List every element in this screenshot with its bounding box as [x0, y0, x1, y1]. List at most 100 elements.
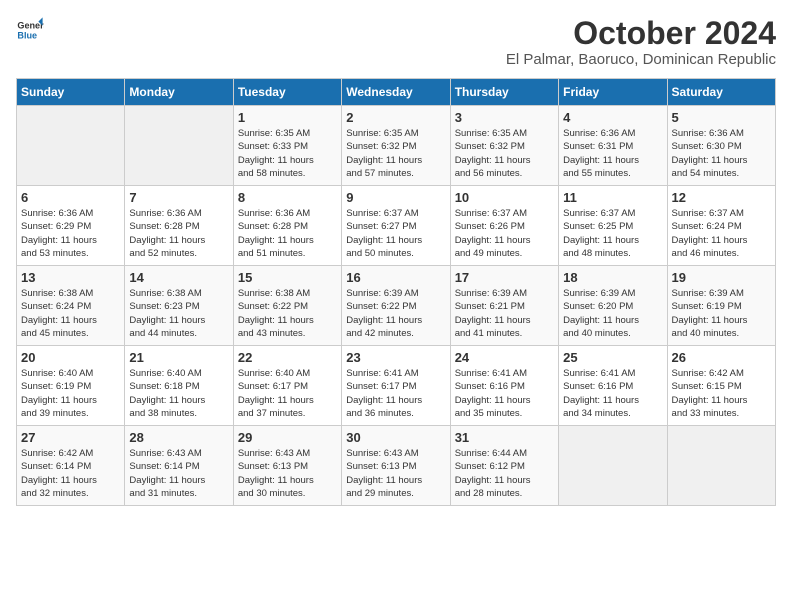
calendar-cell [559, 426, 667, 506]
day-info: Sunrise: 6:40 AM Sunset: 6:19 PM Dayligh… [21, 367, 120, 420]
day-number: 15 [238, 270, 337, 285]
day-info: Sunrise: 6:43 AM Sunset: 6:14 PM Dayligh… [129, 447, 228, 500]
day-info: Sunrise: 6:40 AM Sunset: 6:17 PM Dayligh… [238, 367, 337, 420]
day-number: 7 [129, 190, 228, 205]
weekday-header-tuesday: Tuesday [233, 79, 341, 106]
day-info: Sunrise: 6:36 AM Sunset: 6:28 PM Dayligh… [129, 207, 228, 260]
calendar-cell: 18 Sunrise: 6:39 AM Sunset: 6:20 PM Dayli… [559, 266, 667, 346]
calendar-cell: 14 Sunrise: 6:38 AM Sunset: 6:23 PM Dayli… [125, 266, 233, 346]
header: General Blue October 2024 El Palmar, Bao… [16, 16, 776, 68]
day-info: Sunrise: 6:40 AM Sunset: 6:18 PM Dayligh… [129, 367, 228, 420]
calendar-week-5: 27 Sunrise: 6:42 AM Sunset: 6:14 PM Dayli… [17, 426, 776, 506]
day-number: 21 [129, 350, 228, 365]
calendar-cell: 16 Sunrise: 6:39 AM Sunset: 6:22 PM Dayli… [342, 266, 450, 346]
day-info: Sunrise: 6:35 AM Sunset: 6:32 PM Dayligh… [455, 127, 554, 180]
calendar-week-1: 1Sunrise: 6:35 AM Sunset: 6:33 PM Daylig… [17, 106, 776, 186]
day-info: Sunrise: 6:36 AM Sunset: 6:29 PM Dayligh… [21, 207, 120, 260]
day-number: 14 [129, 270, 228, 285]
day-info: Sunrise: 6:44 AM Sunset: 6:12 PM Dayligh… [455, 447, 554, 500]
day-info: Sunrise: 6:37 AM Sunset: 6:24 PM Dayligh… [672, 207, 771, 260]
day-info: Sunrise: 6:38 AM Sunset: 6:22 PM Dayligh… [238, 287, 337, 340]
day-number: 9 [346, 190, 445, 205]
title-area: October 2024 El Palmar, Baoruco, Dominic… [506, 16, 776, 68]
day-info: Sunrise: 6:37 AM Sunset: 6:27 PM Dayligh… [346, 207, 445, 260]
day-info: Sunrise: 6:39 AM Sunset: 6:19 PM Dayligh… [672, 287, 771, 340]
calendar-cell: 15 Sunrise: 6:38 AM Sunset: 6:22 PM Dayli… [233, 266, 341, 346]
day-number: 29 [238, 430, 337, 445]
day-number: 5 [672, 110, 771, 125]
calendar-cell: 25Sunrise: 6:41 AM Sunset: 6:16 PM Dayli… [559, 346, 667, 426]
day-number: 8 [238, 190, 337, 205]
day-info: Sunrise: 6:39 AM Sunset: 6:20 PM Dayligh… [563, 287, 662, 340]
calendar-week-2: 6 Sunrise: 6:36 AM Sunset: 6:29 PM Daylig… [17, 186, 776, 266]
day-number: 28 [129, 430, 228, 445]
day-info: Sunrise: 6:38 AM Sunset: 6:24 PM Dayligh… [21, 287, 120, 340]
weekday-header-sunday: Sunday [17, 79, 125, 106]
calendar-cell: 24 Sunrise: 6:41 AM Sunset: 6:16 PM Dayli… [450, 346, 558, 426]
calendar-cell: 7 Sunrise: 6:36 AM Sunset: 6:28 PM Daylig… [125, 186, 233, 266]
calendar-cell: 9 Sunrise: 6:37 AM Sunset: 6:27 PM Daylig… [342, 186, 450, 266]
calendar-cell: 4Sunrise: 6:36 AM Sunset: 6:31 PM Daylig… [559, 106, 667, 186]
day-info: Sunrise: 6:39 AM Sunset: 6:21 PM Dayligh… [455, 287, 554, 340]
calendar-cell: 8Sunrise: 6:36 AM Sunset: 6:28 PM Daylig… [233, 186, 341, 266]
day-number: 6 [21, 190, 120, 205]
day-info: Sunrise: 6:42 AM Sunset: 6:14 PM Dayligh… [21, 447, 120, 500]
calendar-cell: 30 Sunrise: 6:43 AM Sunset: 6:13 PM Dayli… [342, 426, 450, 506]
calendar-cell: 22 Sunrise: 6:40 AM Sunset: 6:17 PM Dayli… [233, 346, 341, 426]
calendar-cell: 17 Sunrise: 6:39 AM Sunset: 6:21 PM Dayli… [450, 266, 558, 346]
day-number: 24 [455, 350, 554, 365]
logo-icon: General Blue [16, 16, 44, 44]
calendar-cell: 13 Sunrise: 6:38 AM Sunset: 6:24 PM Dayli… [17, 266, 125, 346]
day-number: 17 [455, 270, 554, 285]
day-info: Sunrise: 6:36 AM Sunset: 6:30 PM Dayligh… [672, 127, 771, 180]
day-info: Sunrise: 6:37 AM Sunset: 6:25 PM Dayligh… [563, 207, 662, 260]
day-number: 19 [672, 270, 771, 285]
calendar-cell: 11Sunrise: 6:37 AM Sunset: 6:25 PM Dayli… [559, 186, 667, 266]
calendar-table: SundayMondayTuesdayWednesdayThursdayFrid… [16, 78, 776, 506]
day-number: 13 [21, 270, 120, 285]
day-info: Sunrise: 6:41 AM Sunset: 6:16 PM Dayligh… [455, 367, 554, 420]
calendar-cell: 2 Sunrise: 6:35 AM Sunset: 6:32 PM Daylig… [342, 106, 450, 186]
calendar-cell: 21 Sunrise: 6:40 AM Sunset: 6:18 PM Dayli… [125, 346, 233, 426]
calendar-cell: 31Sunrise: 6:44 AM Sunset: 6:12 PM Dayli… [450, 426, 558, 506]
day-info: Sunrise: 6:38 AM Sunset: 6:23 PM Dayligh… [129, 287, 228, 340]
calendar-week-3: 13 Sunrise: 6:38 AM Sunset: 6:24 PM Dayli… [17, 266, 776, 346]
day-info: Sunrise: 6:35 AM Sunset: 6:32 PM Dayligh… [346, 127, 445, 180]
day-info: Sunrise: 6:43 AM Sunset: 6:13 PM Dayligh… [346, 447, 445, 500]
calendar-cell: 20 Sunrise: 6:40 AM Sunset: 6:19 PM Dayli… [17, 346, 125, 426]
calendar-week-4: 20 Sunrise: 6:40 AM Sunset: 6:19 PM Dayli… [17, 346, 776, 426]
calendar-cell: 29 Sunrise: 6:43 AM Sunset: 6:13 PM Dayli… [233, 426, 341, 506]
calendar-cell [125, 106, 233, 186]
weekday-header-monday: Monday [125, 79, 233, 106]
day-number: 18 [563, 270, 662, 285]
calendar-cell: 10Sunrise: 6:37 AM Sunset: 6:26 PM Dayli… [450, 186, 558, 266]
calendar-cell: 19 Sunrise: 6:39 AM Sunset: 6:19 PM Dayli… [667, 266, 775, 346]
day-number: 27 [21, 430, 120, 445]
day-number: 23 [346, 350, 445, 365]
calendar-cell: 1Sunrise: 6:35 AM Sunset: 6:33 PM Daylig… [233, 106, 341, 186]
calendar-subtitle: El Palmar, Baoruco, Dominican Republic [506, 51, 776, 68]
day-info: Sunrise: 6:41 AM Sunset: 6:17 PM Dayligh… [346, 367, 445, 420]
day-number: 2 [346, 110, 445, 125]
logo: General Blue [16, 16, 44, 44]
calendar-cell: 23 Sunrise: 6:41 AM Sunset: 6:17 PM Dayli… [342, 346, 450, 426]
day-number: 22 [238, 350, 337, 365]
day-number: 3 [455, 110, 554, 125]
weekday-header-friday: Friday [559, 79, 667, 106]
calendar-cell: 27 Sunrise: 6:42 AM Sunset: 6:14 PM Dayli… [17, 426, 125, 506]
day-number: 30 [346, 430, 445, 445]
day-number: 12 [672, 190, 771, 205]
weekday-header-thursday: Thursday [450, 79, 558, 106]
weekday-header-saturday: Saturday [667, 79, 775, 106]
calendar-cell: 26Sunrise: 6:42 AM Sunset: 6:15 PM Dayli… [667, 346, 775, 426]
day-info: Sunrise: 6:39 AM Sunset: 6:22 PM Dayligh… [346, 287, 445, 340]
calendar-cell: 28 Sunrise: 6:43 AM Sunset: 6:14 PM Dayli… [125, 426, 233, 506]
day-info: Sunrise: 6:43 AM Sunset: 6:13 PM Dayligh… [238, 447, 337, 500]
day-number: 16 [346, 270, 445, 285]
day-info: Sunrise: 6:35 AM Sunset: 6:33 PM Dayligh… [238, 127, 337, 180]
day-number: 20 [21, 350, 120, 365]
calendar-cell: 5 Sunrise: 6:36 AM Sunset: 6:30 PM Daylig… [667, 106, 775, 186]
day-number: 26 [672, 350, 771, 365]
day-info: Sunrise: 6:36 AM Sunset: 6:31 PM Dayligh… [563, 127, 662, 180]
day-info: Sunrise: 6:41 AM Sunset: 6:16 PM Dayligh… [563, 367, 662, 420]
